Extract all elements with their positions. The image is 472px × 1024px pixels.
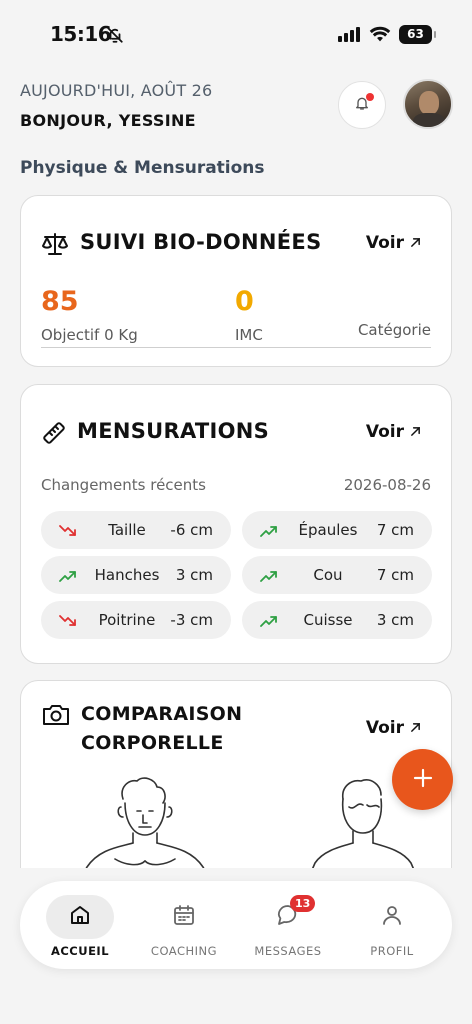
date-label: AUJOURD'HUI, AOÛT 26 [20,81,213,100]
user-icon [380,903,404,931]
section-title: Physique & Mensurations [20,158,265,178]
measurements-card-title: MENSURATIONS [77,419,270,443]
measurement-name: Hanches [94,566,160,584]
measurement-value: 3 cm [175,566,213,584]
home-icon [68,903,92,931]
measurement-item[interactable]: Cou 7 cm [242,556,432,594]
tab-label: PROFIL [370,944,414,958]
tab-label: COACHING [150,944,218,958]
tab-coaching[interactable]: COACHING [132,881,236,969]
bio-card-title: SUIVI BIO-DONNÉES [80,230,322,254]
weight-value: 85 [41,286,79,317]
arrow-up-right-icon [410,718,421,738]
trend-down-icon [59,523,77,541]
calendar-icon [172,903,196,931]
tab-label: ACCUEIL [50,944,110,958]
measurement-item[interactable]: Épaules 7 cm [242,511,432,549]
measurement-item[interactable]: Taille -6 cm [41,511,231,549]
measurement-value: -6 cm [170,521,213,539]
status-time: 15:16 [50,22,112,46]
ruler-icon [41,420,67,450]
measurement-value: 7 cm [376,521,414,539]
measurement-value: 3 cm [376,611,414,629]
category-caption: Catégorie [357,321,431,339]
trend-up-icon [260,523,278,541]
trend-down-icon [59,613,77,631]
arrow-up-right-icon [410,233,421,253]
recent-changes-date: 2026-08-26 [343,476,431,494]
arrow-up-right-icon [410,422,421,442]
notifications-button[interactable] [338,81,386,129]
measurement-name: Poitrine [98,611,156,629]
recent-changes-label: Changements récents [41,476,206,494]
status-bar: 15:16 63 [0,0,472,70]
cellular-signal-icon [338,27,360,42]
comparison-voir-label: Voir [365,718,404,738]
tab-accueil[interactable]: ACCUEIL [28,881,132,969]
imc-value: 0 [235,286,254,317]
measurement-item[interactable]: Poitrine -3 cm [41,601,231,639]
bio-data-card: SUIVI BIO-DONNÉES Voir 85 Objectif 0 Kg … [20,195,452,367]
measurement-name: Taille [108,521,146,539]
battery-indicator: 63 [399,25,436,44]
bottom-tab-bar: ACCUEIL COACHING 13 MESSAGES PROFIL [20,881,452,969]
bio-voir-link[interactable]: Voir [366,233,421,253]
silent-mode-icon [106,26,124,48]
measurements-voir-label: Voir [365,422,404,442]
tab-messages[interactable]: 13 MESSAGES [236,881,340,969]
greeting: BONJOUR, YESSINE [20,111,196,130]
tab-profil[interactable]: PROFIL [340,881,444,969]
body-comparison-card: COMPARAISON CORPORELLE Voir [20,680,452,880]
measurements-card: MENSURATIONS Voir Changements récents 20… [20,384,452,664]
avatar[interactable] [403,79,453,129]
notification-dot [366,93,374,101]
comparison-title-line1: COMPARAISON [81,703,243,725]
weight-goal-caption: Objectif 0 Kg [41,326,138,344]
measurements-voir-link[interactable]: Voir [366,422,421,442]
measurement-item[interactable]: Hanches 3 cm [41,556,231,594]
comparison-voir-link[interactable]: Voir [366,718,421,738]
plus-icon [413,768,433,792]
trend-up-icon [260,568,278,586]
trend-up-icon [59,568,77,586]
wifi-icon [369,25,391,47]
messages-badge: 13 [290,895,316,912]
measurement-name: Cuisse [303,611,353,629]
measurement-value: -3 cm [170,611,213,629]
camera-icon [41,703,71,731]
scale-icon [41,231,69,261]
imc-caption: IMC [235,326,263,344]
body-front-illustration [77,777,211,880]
comparison-title-line2: CORPORELLE [81,732,224,754]
measurement-name: Épaules [298,521,358,539]
measurement-item[interactable]: Cuisse 3 cm [242,601,432,639]
measurement-name: Cou [313,566,343,584]
trend-up-icon [260,613,278,631]
measurement-value: 7 cm [376,566,414,584]
bio-voir-label: Voir [365,233,404,253]
divider [41,347,431,348]
add-button[interactable] [392,749,453,810]
tab-label: MESSAGES [254,944,322,958]
